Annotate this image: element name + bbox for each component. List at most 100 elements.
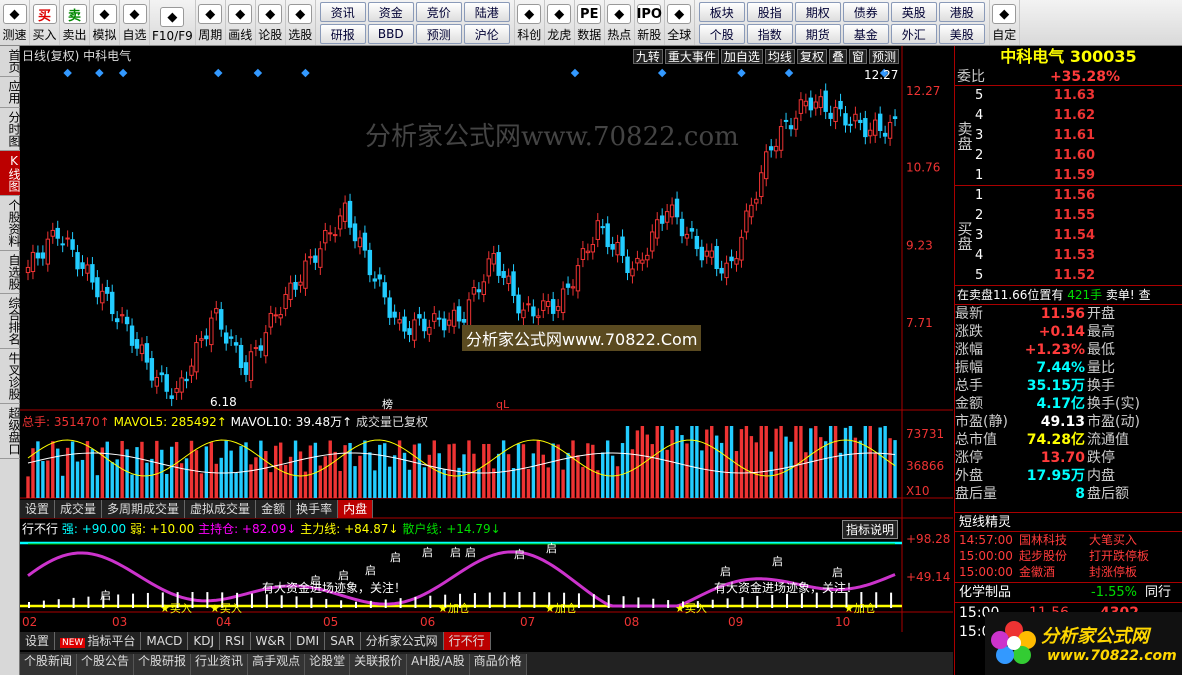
indicator-tab[interactable]: 分析家公式网 bbox=[360, 632, 444, 650]
sidebar-item[interactable]: 首页 bbox=[0, 46, 21, 77]
candle-body bbox=[80, 262, 85, 269]
sidebar-item[interactable]: 自选股 bbox=[0, 251, 21, 294]
indicator-tab[interactable]: W&R bbox=[250, 632, 292, 650]
volume-bar bbox=[313, 442, 318, 498]
toolbar-grid-button[interactable]: 股指 bbox=[746, 2, 793, 22]
stat-key: 涨跌 bbox=[955, 324, 983, 340]
news-item[interactable]: 15:00:00 起步股份 打开跌停板 bbox=[955, 548, 1182, 564]
toolbar-grid-button[interactable]: 指数 bbox=[746, 24, 793, 44]
sidebar-item[interactable]: 个股资料 bbox=[0, 196, 21, 251]
left-sidebar: 首页 应用 分时图 K线图 个股资料 自选股 综合排名 牛叉诊股 超级盘口 bbox=[0, 46, 21, 675]
sector-row[interactable]: 化学制品 -1.55% 同行 bbox=[955, 582, 1182, 602]
toolbar-grid-button[interactable]: 外汇 bbox=[890, 24, 937, 44]
toolbar-label: 画线 bbox=[228, 28, 253, 42]
toolbar-star-button[interactable]: ◆ 自选 bbox=[120, 0, 150, 45]
candle-body bbox=[749, 204, 754, 218]
candle-body bbox=[679, 218, 685, 237]
news-tabs: 个股新闻 个股公告 个股研报 行业资讯 高手观点 论股堂 关联报价 AH股/A股 商品价格 bbox=[20, 652, 953, 675]
news-item[interactable]: 15:00:00 金徽酒 封涨停板 bbox=[955, 564, 1182, 580]
toolbar-grid-button[interactable]: 期权 bbox=[794, 2, 841, 22]
toolbar-grid-button[interactable]: 资金 bbox=[367, 2, 414, 22]
toolbar-pencil-button[interactable]: ◆ 画线 bbox=[226, 0, 256, 45]
toolbar-cycle-button[interactable]: ◆ 周期 bbox=[196, 0, 226, 45]
sidebar-item[interactable]: 应用 bbox=[0, 77, 21, 108]
toolbar-grid-button[interactable]: 基金 bbox=[842, 24, 889, 44]
toolbar-dragon-button[interactable]: ◆ 龙虎 bbox=[545, 0, 575, 45]
toolbar-discuss-button[interactable]: ◆ 论股 bbox=[256, 0, 286, 45]
toolbar-chart-button[interactable]: ◆ 科创 bbox=[515, 0, 545, 45]
toolbar-grid-button[interactable]: 陆港 bbox=[463, 2, 510, 22]
hot-icon: ◆ bbox=[607, 4, 632, 24]
news-tab[interactable]: 关联报价 bbox=[350, 654, 408, 675]
volume-tab[interactable]: 设置 bbox=[20, 500, 56, 518]
volume-bar bbox=[551, 443, 555, 498]
toolbar-grid-button[interactable]: 沪伦 bbox=[463, 24, 510, 44]
volume-tab[interactable]: 金额 bbox=[256, 500, 292, 518]
indicator-tab[interactable]: RSI bbox=[220, 632, 251, 650]
indicator-tab[interactable]: SAR bbox=[325, 632, 361, 650]
volume-tab[interactable]: 换手率 bbox=[291, 500, 339, 518]
toolbar-globe-button[interactable]: ◆ 全球 bbox=[665, 0, 695, 45]
volume-bar bbox=[843, 427, 848, 498]
sidebar-item[interactable]: K线图 bbox=[0, 151, 21, 196]
toolbar-ipo-button[interactable]: IPO 新股 bbox=[635, 0, 665, 45]
indicator-tab[interactable]: KDJ bbox=[188, 632, 220, 650]
candle-body bbox=[100, 290, 105, 304]
stat-value: 7.44% bbox=[1036, 360, 1085, 376]
candle-body bbox=[159, 372, 164, 376]
toolbar-grid-button[interactable]: 个股 bbox=[698, 24, 745, 44]
indicator-tab[interactable]: 设置 bbox=[20, 632, 56, 650]
toolbar-grid-button[interactable]: 债券 bbox=[842, 2, 889, 22]
news-item[interactable]: 14:57:00 国林科技 大笔买入 bbox=[955, 532, 1182, 548]
volume-tab[interactable]: 多周期成交量 bbox=[102, 500, 186, 518]
sidebar-item[interactable]: 牛叉诊股 bbox=[0, 349, 21, 404]
indicator-bar bbox=[429, 595, 432, 608]
toolbar-list-button[interactable]: ◆ F10/F9 bbox=[150, 0, 196, 45]
toolbar-grid-button[interactable]: 资讯 bbox=[319, 2, 366, 22]
news-tab[interactable]: AH股/A股 bbox=[407, 654, 470, 675]
toolbar-buy-button[interactable]: 买买入 bbox=[30, 0, 60, 45]
news-tab[interactable]: 个股研报 bbox=[134, 654, 192, 675]
indicator-tab[interactable]: NEW 指标平台 bbox=[55, 632, 142, 650]
indicator-tab[interactable]: DMI bbox=[291, 632, 326, 650]
toolbar-pe-button[interactable]: PE 数据 bbox=[575, 0, 605, 45]
toolbar-sell-button[interactable]: 卖卖出 bbox=[60, 0, 90, 45]
toolbar-info-button[interactable]: ◆ 自定 bbox=[990, 0, 1020, 45]
toolbar-grid-button[interactable]: 预测 bbox=[415, 24, 462, 44]
news-tab[interactable]: 行业资讯 bbox=[191, 654, 249, 675]
toolbar-grid-button[interactable]: BBD bbox=[367, 24, 414, 44]
sidebar-item[interactable]: 综合排名 bbox=[0, 294, 21, 349]
volume-bar bbox=[893, 440, 897, 498]
toolbar-grid-button[interactable]: 美股 bbox=[938, 24, 985, 44]
news-tab[interactable]: 高手观点 bbox=[248, 654, 306, 675]
toolbar-grid-button[interactable]: 英股 bbox=[890, 2, 937, 22]
toolbar-grid-button[interactable]: 竞价 bbox=[415, 2, 462, 22]
news-tab[interactable]: 论股堂 bbox=[305, 654, 351, 675]
volume-tab[interactable]: 虚拟成交量 bbox=[185, 500, 257, 518]
sidebar-item[interactable]: 分时图 bbox=[0, 108, 21, 151]
volume-bar bbox=[714, 435, 719, 498]
candle-body bbox=[674, 198, 680, 218]
volume-tab[interactable]: 成交量 bbox=[55, 500, 103, 518]
volume-tab[interactable]: 内盘 bbox=[338, 500, 374, 518]
indicator-help-button[interactable]: 指标说明 bbox=[842, 520, 899, 539]
volume-bar bbox=[135, 447, 139, 498]
volume-bar bbox=[526, 469, 531, 498]
news-tab[interactable]: 个股新闻 bbox=[20, 654, 78, 675]
indicator-tab[interactable]: 行不行 bbox=[443, 632, 491, 650]
toolbar-grid-button[interactable]: 研报 bbox=[319, 24, 366, 44]
news-tab[interactable]: 商品价格 bbox=[469, 654, 527, 675]
toolbar-grid-button[interactable]: 板块 bbox=[698, 2, 745, 22]
toolbar-grid-button[interactable]: 港股 bbox=[938, 2, 985, 22]
kline-chart-area[interactable]: 日线(复权) 中科电气 九转 重大事件 加自选 均线 复权叠窗预测 12.27 10.76… bbox=[20, 46, 953, 650]
toolbar-grid-button[interactable]: 期货 bbox=[794, 24, 841, 44]
news-tab[interactable]: 个股公告 bbox=[77, 654, 135, 675]
toolbar-select-button[interactable]: ◆ 选股 bbox=[286, 0, 316, 45]
x-axis-label: 02 bbox=[22, 615, 37, 629]
toolbar-clock-button[interactable]: ◆ 测速 bbox=[0, 0, 30, 45]
candle-body bbox=[863, 118, 868, 138]
toolbar-hammer-button[interactable]: ◆ 模拟 bbox=[90, 0, 120, 45]
toolbar-hot-button[interactable]: ◆ 热点 bbox=[605, 0, 635, 45]
sidebar-item[interactable]: 超级盘口 bbox=[0, 404, 21, 459]
indicator-tab[interactable]: MACD bbox=[141, 632, 189, 650]
